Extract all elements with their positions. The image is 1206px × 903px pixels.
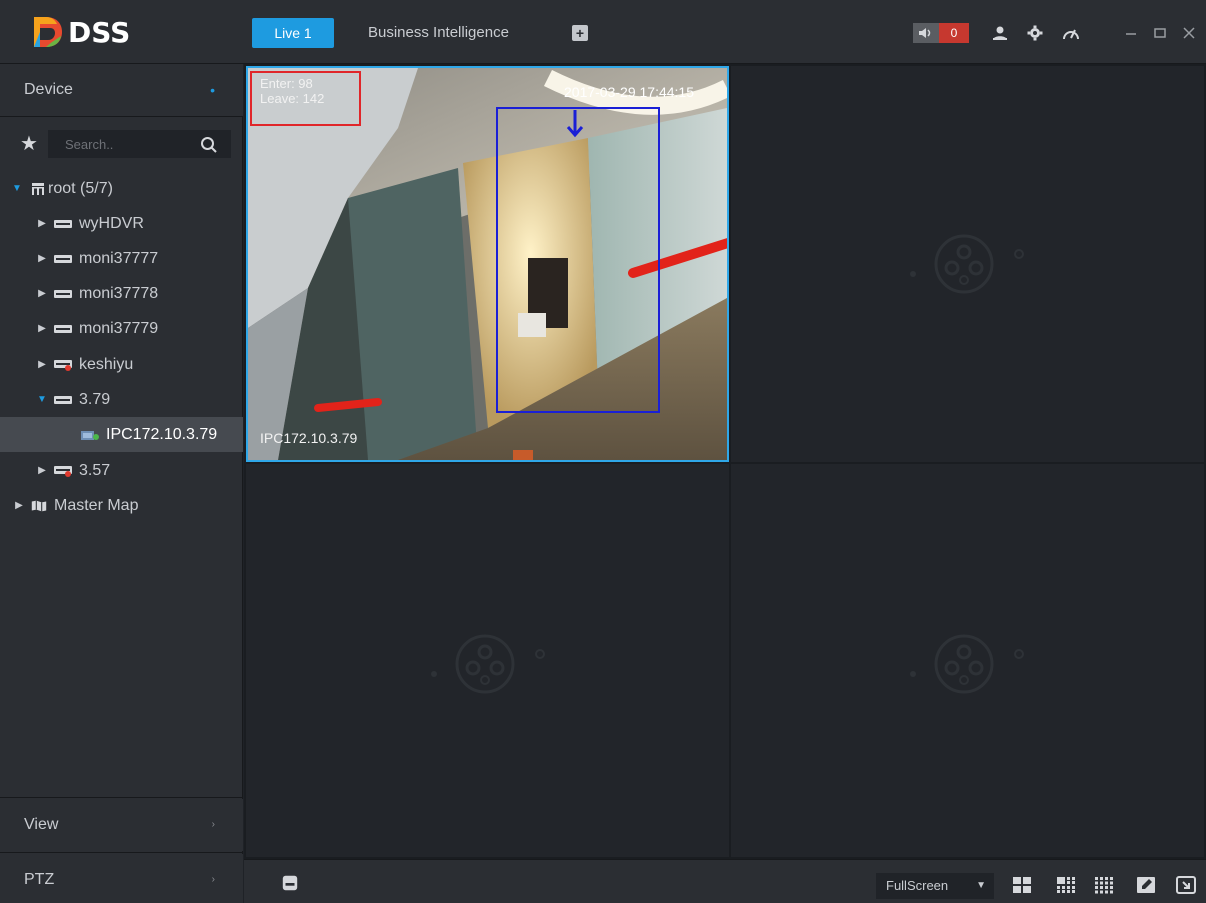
fullscreen-mode-select[interactable]: FullScreen ▼ xyxy=(876,873,994,899)
video-cell-1-live-feed[interactable]: Enter: 98 Leave: 142 2017-03-29 17:44:15… xyxy=(246,66,729,462)
divider xyxy=(0,116,243,117)
offline-device-icon xyxy=(54,359,72,371)
top-bar: DSS Live 1 Business Intelligence + 0 xyxy=(0,0,1206,64)
save-icon[interactable] xyxy=(280,874,300,892)
tree-node-label: keshiyu xyxy=(79,355,134,373)
expand-arrow-icon[interactable]: ▶ xyxy=(37,323,47,334)
osd-timestamp: 2017-03-29 17:44:15 xyxy=(564,84,694,100)
alarm-indicator[interactable]: 0 xyxy=(913,23,969,43)
device-sidebar: Device • ★ ▼ root (5/7) ▶ wyHDVR ▶ moni3… xyxy=(0,64,243,903)
view-panel-label: View xyxy=(24,816,59,833)
divider xyxy=(0,797,243,798)
expand-arrow-icon[interactable]: ▼ xyxy=(12,183,22,194)
tree-node-master-map[interactable]: ▶ Master Map xyxy=(0,488,243,523)
tab-business-intelligence[interactable]: Business Intelligence xyxy=(368,18,509,48)
direction-arrow-icon xyxy=(566,110,584,138)
tree-node-label: moni37779 xyxy=(79,319,159,337)
tab-live-1[interactable]: Live 1 xyxy=(252,18,334,48)
expanded-indicator-icon: • xyxy=(210,82,215,98)
maximize-icon[interactable] xyxy=(1151,24,1169,42)
tree-node-label: IPC172.10.3.79 xyxy=(106,425,218,443)
nvr-device-icon xyxy=(54,324,72,333)
tree-node-keshiyu[interactable]: ▶ keshiyu xyxy=(0,347,243,382)
app-logo: DSS xyxy=(30,14,130,50)
tree-node-label: moni37777 xyxy=(79,249,159,267)
app-title: DSS xyxy=(68,15,131,49)
custom-layout-edit-icon[interactable] xyxy=(1136,876,1156,894)
tree-node-label: wyHDVR xyxy=(79,214,144,232)
expand-arrow-icon[interactable]: ▶ xyxy=(37,218,47,229)
video-cell-2[interactable] xyxy=(731,66,1204,462)
expand-arrow-icon[interactable]: ▶ xyxy=(37,253,47,264)
performance-gauge-icon[interactable] xyxy=(1062,24,1080,42)
nvr-device-icon xyxy=(54,289,72,298)
favorite-star-icon[interactable]: ★ xyxy=(20,133,38,155)
expand-arrow-icon[interactable]: ▶ xyxy=(37,359,47,370)
nvr-device-icon xyxy=(54,395,72,404)
tree-node-label: Master Map xyxy=(54,496,139,514)
device-panel-header[interactable]: Device • xyxy=(0,64,243,116)
video-cell-4[interactable] xyxy=(731,464,1204,857)
tree-node-3-79[interactable]: ▼ 3.79 xyxy=(0,382,243,417)
divider xyxy=(0,852,243,853)
search-box xyxy=(48,130,231,158)
search-icon[interactable] xyxy=(200,136,218,154)
add-tab-button[interactable]: + xyxy=(572,25,588,41)
expand-arrow-icon[interactable]: ▶ xyxy=(37,465,47,476)
bottom-toolbar: FullScreen ▼ xyxy=(244,859,1206,903)
collapsed-indicator-icon: › xyxy=(211,874,215,885)
ptz-panel-header[interactable]: PTZ › xyxy=(0,854,243,903)
device-panel-label: Device xyxy=(24,81,73,98)
video-cell-3[interactable] xyxy=(246,464,729,857)
empty-channel-film-icon xyxy=(910,234,1024,294)
tree-node-label: 3.79 xyxy=(79,390,111,408)
tree-node-moni37778[interactable]: ▶ moni37778 xyxy=(0,276,243,311)
osd-channel-name: IPC172.10.3.79 xyxy=(260,430,358,446)
dss-logo-icon xyxy=(34,17,62,47)
layout-4-split-icon[interactable] xyxy=(1012,876,1032,894)
detection-region-box xyxy=(496,107,660,413)
leave-count-label: Leave: 142 xyxy=(260,91,325,106)
fullscreen-toggle-icon[interactable] xyxy=(1176,876,1196,894)
camera-online-icon xyxy=(81,430,99,440)
map-icon xyxy=(31,500,47,511)
dropdown-caret-icon: ▼ xyxy=(976,880,986,891)
tree-node-moni37779[interactable]: ▶ moni37779 xyxy=(0,311,243,346)
layout-6-split-icon[interactable] xyxy=(1056,876,1076,894)
tree-node-root[interactable]: ▼ root (5/7) xyxy=(0,171,243,206)
gear-icon[interactable] xyxy=(1026,24,1044,42)
tree-node-label: root (5/7) xyxy=(48,179,113,197)
search-row: ★ xyxy=(0,130,243,158)
collapsed-indicator-icon: › xyxy=(211,819,215,830)
empty-channel-film-icon xyxy=(910,634,1024,694)
ptz-panel-label: PTZ xyxy=(24,871,55,888)
minimize-icon[interactable] xyxy=(1122,24,1140,42)
tree-node-label: moni37778 xyxy=(79,284,159,302)
offline-device-icon xyxy=(54,465,72,477)
collapse-arrow-icon[interactable]: ▼ xyxy=(37,394,47,405)
tree-node-moni37777[interactable]: ▶ moni37777 xyxy=(0,241,243,276)
alarm-count-badge: 0 xyxy=(939,23,969,43)
tree-node-label: 3.57 xyxy=(79,461,111,479)
close-icon[interactable] xyxy=(1180,24,1198,42)
speaker-icon xyxy=(913,23,939,43)
tree-node-ipc172-10-3-79[interactable]: IPC172.10.3.79 xyxy=(0,417,243,452)
user-icon[interactable] xyxy=(991,24,1009,42)
enter-count-label: Enter: 98 xyxy=(260,76,313,91)
view-panel-header[interactable]: View › xyxy=(0,799,243,851)
expand-arrow-icon[interactable]: ▶ xyxy=(14,500,24,511)
nvr-device-icon xyxy=(54,219,72,228)
empty-channel-film-icon xyxy=(431,634,545,694)
fullscreen-label: FullScreen xyxy=(886,878,949,893)
tree-node-wyhdvr[interactable]: ▶ wyHDVR xyxy=(0,206,243,241)
search-input[interactable] xyxy=(49,131,189,157)
layout-16-split-icon[interactable] xyxy=(1094,876,1114,894)
org-tree-icon xyxy=(32,182,44,195)
expand-arrow-icon[interactable]: ▶ xyxy=(37,288,47,299)
nvr-device-icon xyxy=(54,254,72,263)
tree-node-3-57[interactable]: ▶ 3.57 xyxy=(0,453,243,488)
